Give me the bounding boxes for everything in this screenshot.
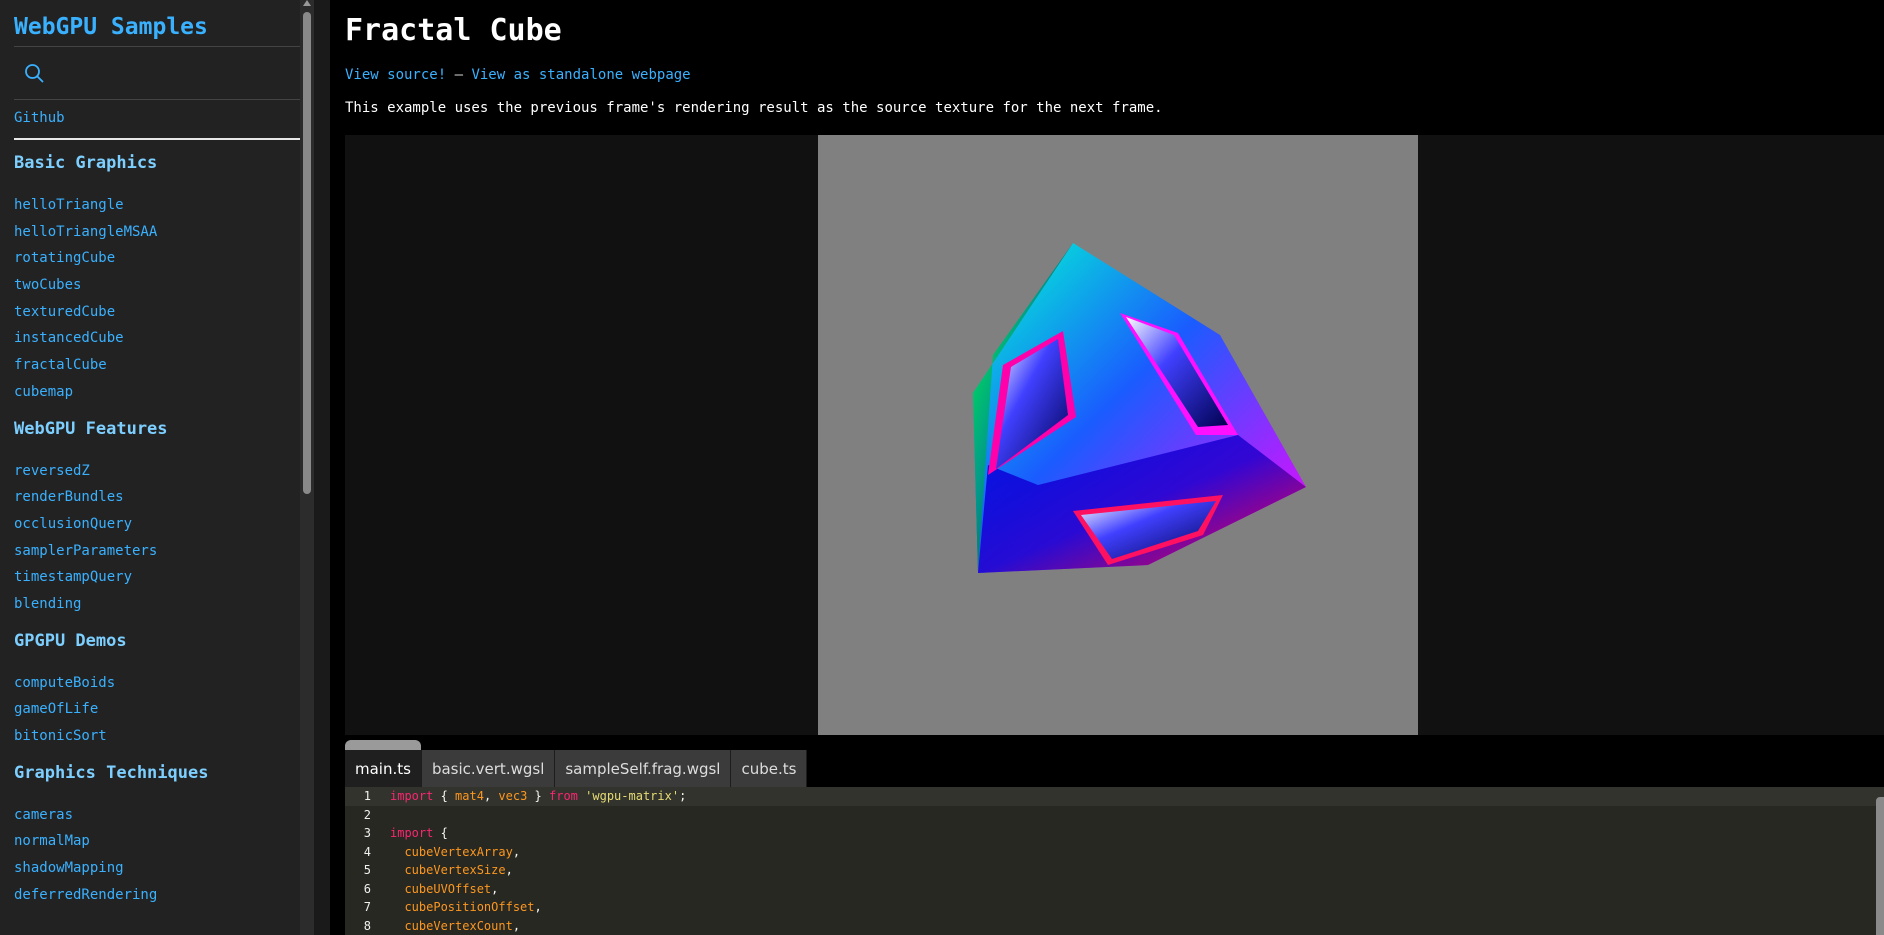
sidebar: WebGPU Samples Github Basic Graphics hel… [0, 0, 314, 935]
code-text: } [527, 789, 549, 803]
tab-main-ts[interactable]: main.ts [345, 750, 422, 787]
app-title-link[interactable]: WebGPU Samples [14, 12, 300, 46]
code-editor[interactable]: 1 import { mat4, vec3 } from 'wgpu-matri… [345, 787, 1884, 935]
code-text: { [433, 826, 448, 840]
code-line: 2 [345, 806, 1884, 825]
nav-item-texturedcube[interactable]: texturedCube [14, 299, 300, 326]
section-title-basic-graphics: Basic Graphics [14, 153, 158, 173]
tab-basic-vert-wgsl[interactable]: basic.vert.wgsl [421, 750, 556, 787]
main-content: Fractal Cube View source! — View as stan… [345, 0, 1884, 935]
nav-item-fractalcube[interactable]: fractalCube [14, 352, 300, 379]
nav-item-reversedz[interactable]: reversedZ [14, 458, 300, 485]
nav-item-hellotrianglemsaa[interactable]: helloTriangleMSAA [14, 219, 300, 246]
nav-item-renderbundles[interactable]: renderBundles [14, 484, 300, 511]
editor-scrollbar[interactable] [1876, 797, 1884, 935]
section-title-gpgpu-demos: GPGPU Demos [14, 630, 127, 651]
line-number: 3 [363, 826, 371, 840]
code-identifier: cubeUVOffset [404, 881, 492, 896]
code-identifier: cubeVertexSize [404, 863, 506, 877]
page-title: Fractal Cube [345, 13, 562, 48]
code-string: 'wgpu-matrix' [585, 789, 680, 803]
code-text: { [433, 789, 456, 803]
tabs-resize-handle[interactable] [345, 740, 421, 750]
source-links: View source! — View as standalone webpag… [345, 67, 691, 83]
tab-sampleself-frag-wgsl[interactable]: sampleSelf.frag.wgsl [555, 750, 732, 787]
code-line: 8 cubeVertexCount, [345, 917, 1884, 935]
nav-item-twocubes[interactable]: twoCubes [14, 272, 300, 299]
view-source-link[interactable]: View source! [345, 67, 446, 83]
nav-item-cubemap[interactable]: cubemap [14, 379, 300, 406]
scroll-up-arrow-icon[interactable] [303, 0, 311, 6]
nav-item-computeboids[interactable]: computeBoids [14, 670, 300, 697]
code-line: 7 cubePositionOffset, [345, 898, 1884, 917]
fractal-cube-render [973, 243, 1306, 573]
nav-item-occlusionquery[interactable]: occlusionQuery [14, 511, 300, 538]
nav-item-deferredrendering[interactable]: deferredRendering [14, 882, 300, 909]
nav-item-blending[interactable]: blending [14, 591, 300, 618]
standalone-link[interactable]: View as standalone webpage [471, 67, 690, 83]
code-text: , [491, 881, 499, 896]
code-text: , [512, 844, 521, 859]
nav-item-bitonicsort[interactable]: bitonicSort [14, 723, 300, 750]
code-text: , [512, 918, 521, 933]
nav-item-shadowmapping[interactable]: shadowMapping [14, 855, 300, 882]
code-identifier: cubePositionOffset [404, 900, 535, 914]
line-number: 5 [363, 863, 371, 877]
code-line: 1 import { mat4, vec3 } from 'wgpu-matri… [345, 787, 1884, 806]
code-text: , [505, 863, 513, 877]
github-link[interactable]: Github [14, 100, 300, 138]
code-keyword: import [390, 789, 434, 803]
nav-item-rotatingcube[interactable]: rotatingCube [14, 245, 300, 272]
canvas-container [345, 135, 1884, 735]
line-number: 8 [363, 918, 371, 933]
nav-item-samplerparameters[interactable]: samplerParameters [14, 538, 300, 565]
code-identifier: cubeVertexCount [404, 918, 513, 933]
code-line: 3 import { [345, 824, 1884, 843]
line-number: 2 [363, 807, 371, 822]
sidebar-scrollbar-thumb[interactable] [303, 12, 311, 494]
nav-item-hellotriangle[interactable]: helloTriangle [14, 192, 300, 219]
code-text: , [483, 789, 499, 803]
line-number: 7 [363, 900, 371, 914]
code-line: 5 cubeVertexSize, [345, 861, 1884, 880]
link-separator: — [446, 67, 472, 83]
line-number: 6 [363, 881, 371, 896]
sample-description: This example uses the previous frame's r… [345, 100, 1163, 116]
code-identifier: mat4 [455, 789, 484, 803]
code-identifier: cubeVertexArray [404, 844, 513, 859]
nav-item-timestampquery[interactable]: timestampQuery [14, 564, 300, 591]
nav-item-instancedcube[interactable]: instancedCube [14, 325, 300, 352]
search-icon[interactable] [24, 63, 44, 83]
code-text: ; [679, 789, 687, 803]
code-keyword: from [549, 789, 578, 803]
file-tabs: main.ts basic.vert.wgsl sampleSelf.frag.… [345, 750, 808, 787]
render-canvas[interactable] [818, 135, 1418, 735]
sidebar-scrollbar[interactable] [300, 0, 314, 935]
nav-item-gameoflife[interactable]: gameOfLife [14, 696, 300, 723]
code-line: 6 cubeUVOffset, [345, 880, 1884, 899]
search-box[interactable] [14, 47, 300, 99]
sidebar-gutter [314, 0, 330, 935]
section-title-graphics-techniques: Graphics Techniques [14, 762, 209, 783]
nav-item-cameras[interactable]: cameras [14, 802, 300, 829]
line-number: 4 [363, 844, 371, 859]
line-number: 1 [363, 789, 371, 803]
tab-cube-ts[interactable]: cube.ts [731, 750, 808, 787]
code-line: 4 cubeVertexArray, [345, 843, 1884, 862]
nav-item-normalmap[interactable]: normalMap [14, 828, 300, 855]
code-keyword: import [390, 826, 434, 840]
code-identifier: vec3 [498, 789, 528, 803]
code-text: , [534, 900, 542, 914]
section-title-webgpu-features: WebGPU Features [14, 418, 168, 439]
